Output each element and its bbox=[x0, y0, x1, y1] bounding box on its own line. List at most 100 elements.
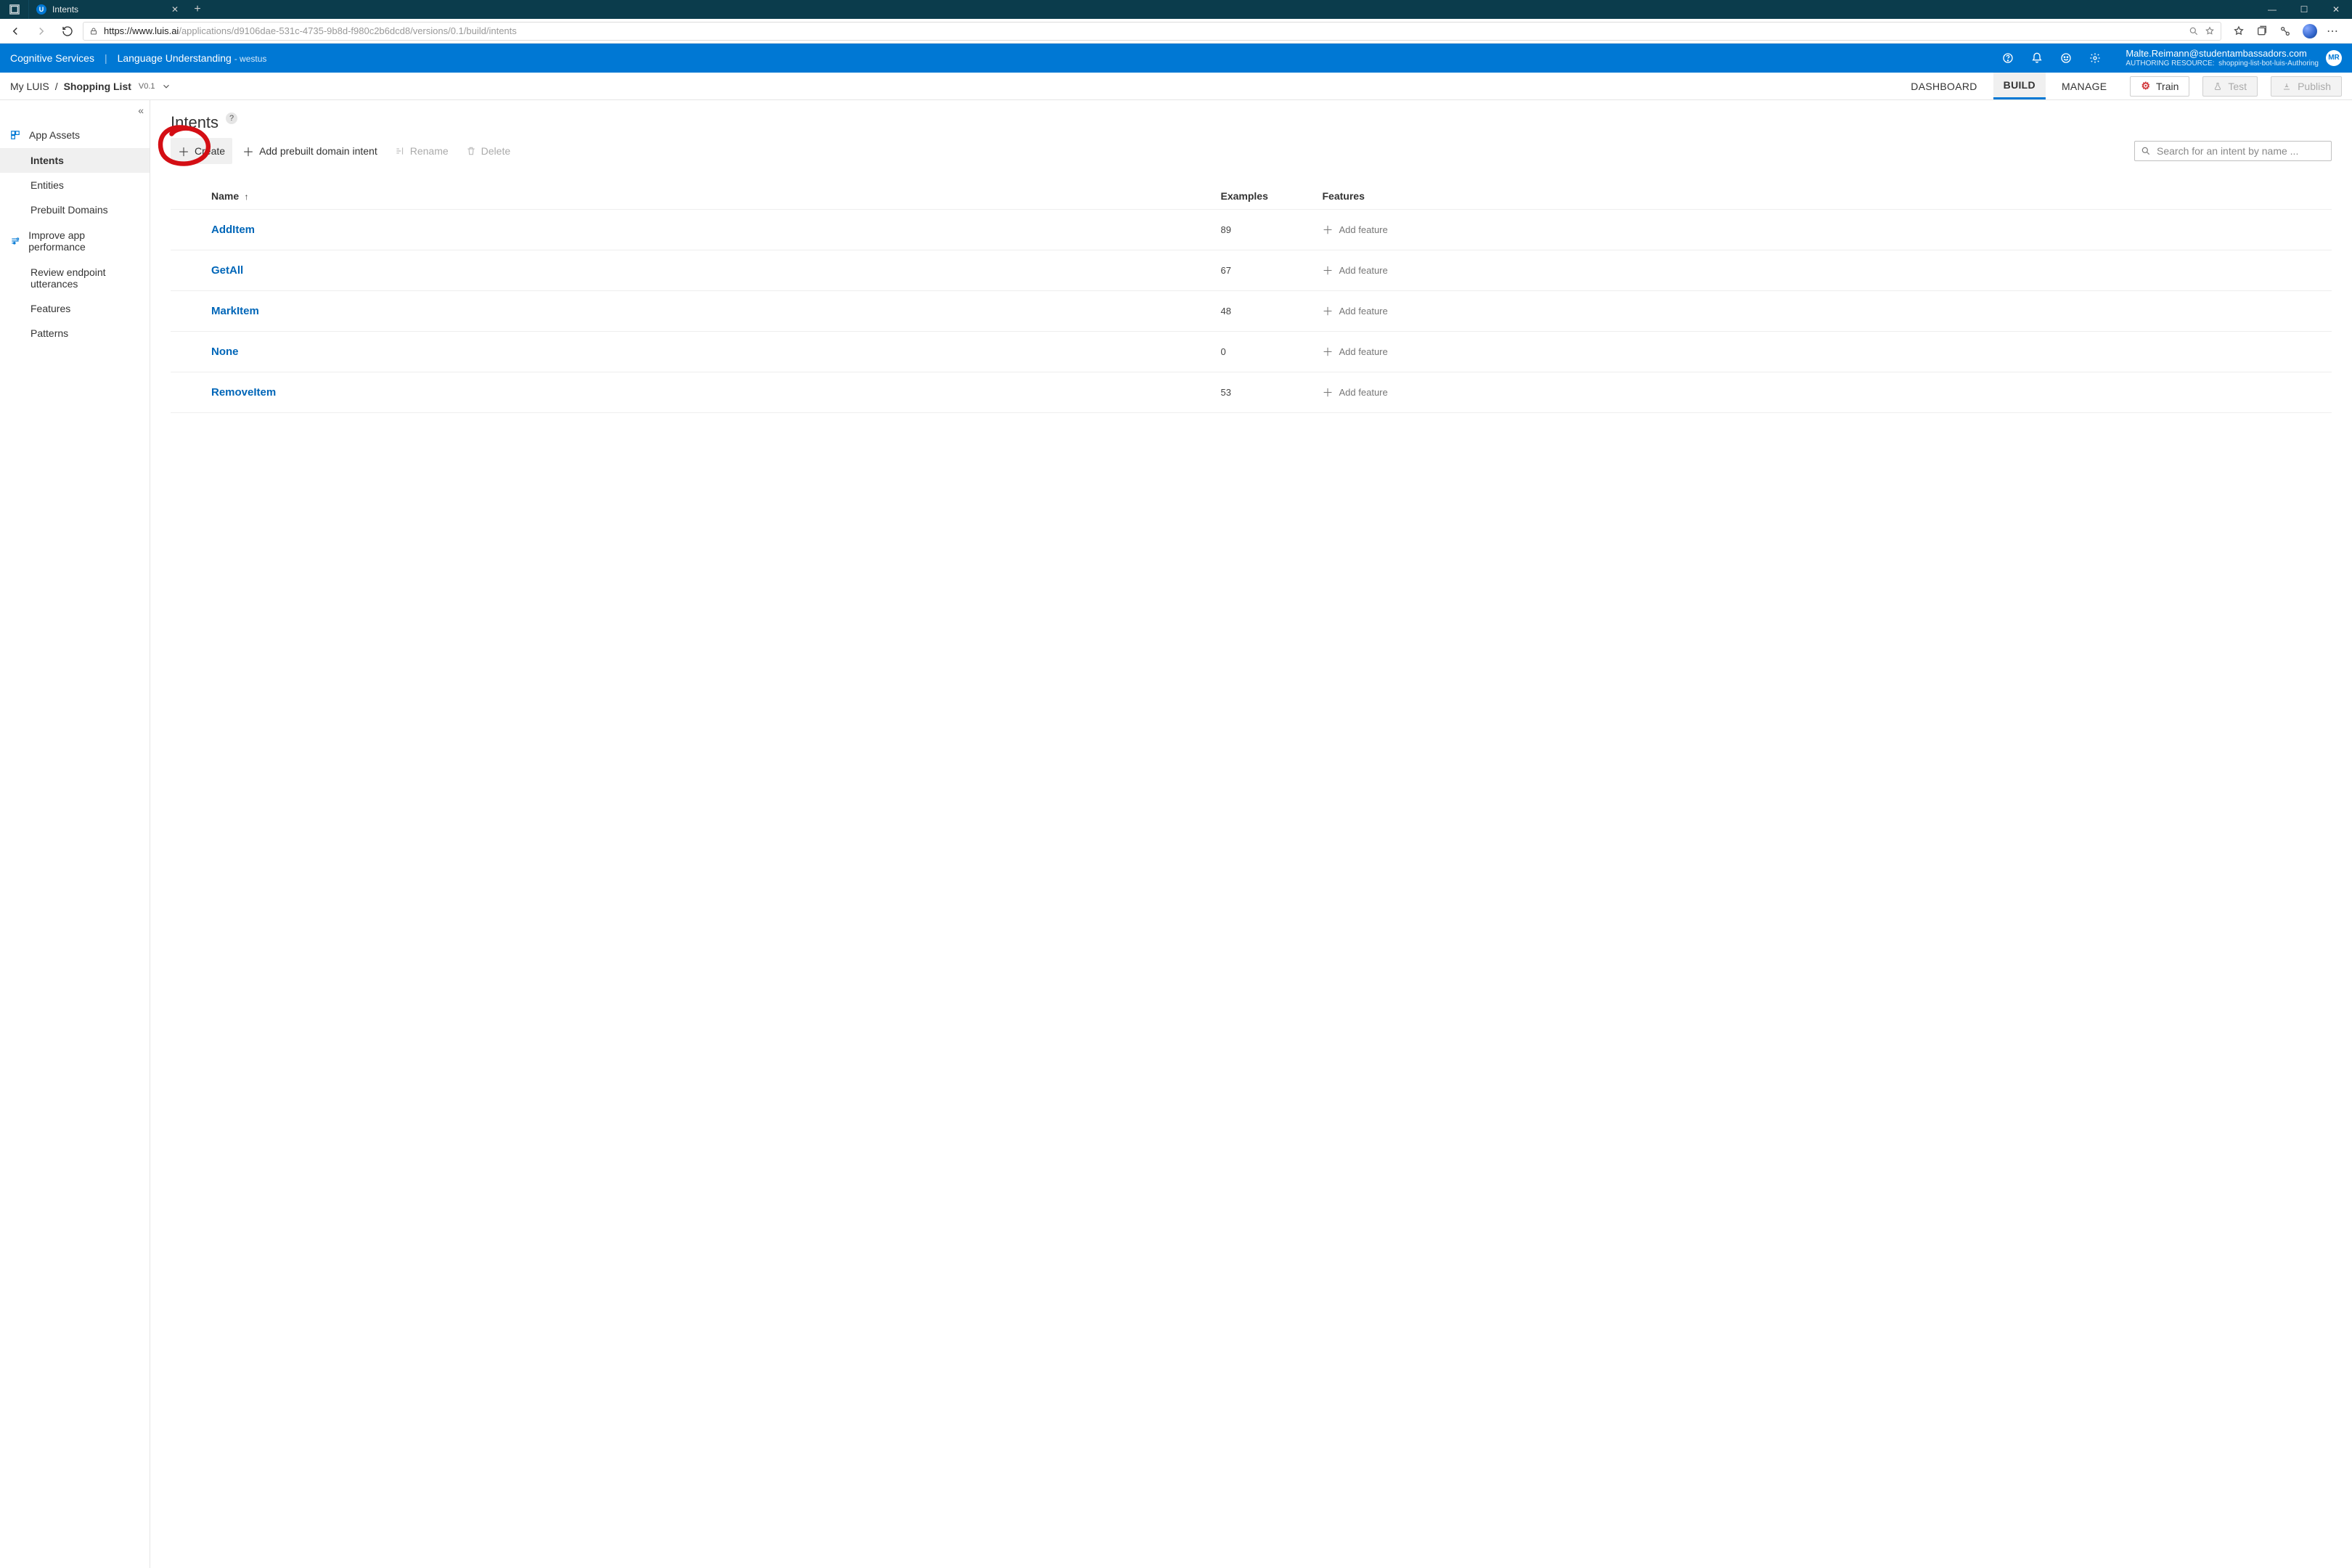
plus-icon: ＋ bbox=[178, 142, 189, 160]
plus-icon: ＋ bbox=[1323, 222, 1334, 237]
intent-name-link[interactable]: MarkItem bbox=[211, 305, 1221, 317]
user-account[interactable]: Malte.Reimann@studentambassadors.com AUT… bbox=[2126, 49, 2342, 67]
maximize-window-button[interactable]: ☐ bbox=[2288, 4, 2320, 15]
publish-icon bbox=[2282, 82, 2292, 91]
browser-right-icons: ⋯ bbox=[2226, 24, 2348, 38]
flask-icon bbox=[2213, 81, 2222, 91]
add-feature-button[interactable]: ＋Add feature bbox=[1323, 344, 2332, 359]
help-badge-icon[interactable]: ? bbox=[226, 113, 237, 124]
plus-icon: ＋ bbox=[242, 142, 254, 160]
table-row[interactable]: GetAll67＋Add feature bbox=[171, 250, 2332, 291]
profile-avatar[interactable] bbox=[2303, 24, 2317, 38]
settings-icon[interactable] bbox=[2089, 52, 2101, 64]
plus-icon: ＋ bbox=[1323, 263, 1334, 278]
notifications-icon[interactable] bbox=[2031, 52, 2043, 64]
divider: | bbox=[105, 52, 107, 64]
table-row[interactable]: None0＋Add feature bbox=[171, 332, 2332, 372]
version-label: V0.1 bbox=[139, 82, 155, 91]
intent-name-link[interactable]: None bbox=[211, 346, 1221, 358]
intent-name-link[interactable]: AddItem bbox=[211, 224, 1221, 236]
collapse-sidebar-icon[interactable]: « bbox=[138, 105, 144, 116]
sidebar-item-intents[interactable]: Intents bbox=[0, 148, 150, 173]
breadcrumb-root[interactable]: My LUIS bbox=[10, 81, 49, 92]
col-name[interactable]: Name ↑ bbox=[211, 190, 1221, 202]
assets-icon bbox=[10, 130, 22, 140]
main-content: Intents ? ＋ Create ＋ Add prebuilt domain… bbox=[150, 100, 2352, 1568]
app-bar: My LUIS / Shopping List V0.1 DASHBOARD B… bbox=[0, 73, 2352, 100]
page-title: Intents ? bbox=[171, 113, 237, 132]
plus-icon: ＋ bbox=[1323, 344, 1334, 359]
tab-favicon: U bbox=[36, 4, 46, 15]
add-feature-button[interactable]: ＋Add feature bbox=[1323, 263, 2332, 278]
publish-button[interactable]: Publish bbox=[2271, 76, 2342, 97]
intent-name-link[interactable]: GetAll bbox=[211, 264, 1221, 277]
service-header: Cognitive Services | Language Understand… bbox=[0, 44, 2352, 73]
col-features[interactable]: Features bbox=[1323, 190, 2332, 202]
search-input[interactable] bbox=[2157, 145, 2325, 157]
zoom-icon[interactable] bbox=[2189, 26, 2199, 36]
favorite-icon[interactable] bbox=[2205, 26, 2215, 36]
close-tab-icon[interactable]: ✕ bbox=[171, 4, 179, 15]
sidebar-section-assets: App Assets bbox=[0, 122, 150, 148]
sidebar-label: Improve app performance bbox=[28, 229, 139, 253]
table-row[interactable]: AddItem89＋Add feature bbox=[171, 210, 2332, 250]
col-examples[interactable]: Examples bbox=[1221, 190, 1323, 202]
sidebar-item-entities[interactable]: Entities bbox=[0, 173, 150, 197]
sort-asc-icon: ↑ bbox=[242, 192, 248, 202]
train-button[interactable]: ⚙ Train bbox=[2130, 76, 2189, 97]
product-name[interactable]: Language Understanding - westus bbox=[118, 52, 267, 64]
table-row[interactable]: RemoveItem53＋Add feature bbox=[171, 372, 2332, 413]
improve-icon bbox=[10, 236, 21, 246]
chevron-down-icon[interactable] bbox=[161, 81, 171, 91]
examples-count: 89 bbox=[1221, 224, 1323, 235]
refresh-button[interactable] bbox=[57, 25, 78, 37]
feedback-icon[interactable] bbox=[2060, 52, 2072, 64]
sidebar-item-review-utterances[interactable]: Review endpoint utterances bbox=[0, 260, 150, 296]
add-feature-button[interactable]: ＋Add feature bbox=[1323, 303, 2332, 319]
plus-icon: ＋ bbox=[1323, 385, 1334, 400]
breadcrumb-app[interactable]: Shopping List bbox=[64, 81, 131, 92]
examples-count: 53 bbox=[1221, 387, 1323, 398]
sidebar-item-prebuilt-domains[interactable]: Prebuilt Domains bbox=[0, 197, 150, 222]
user-avatar: MR bbox=[2326, 50, 2342, 66]
trash-icon bbox=[466, 146, 476, 156]
sidebar-item-patterns[interactable]: Patterns bbox=[0, 321, 150, 346]
table-header: Name ↑ Examples Features bbox=[171, 183, 2332, 210]
browser-toolbar: https://www.luis.ai/applications/d9106da… bbox=[0, 19, 2352, 44]
help-icon[interactable] bbox=[2002, 52, 2014, 64]
extensions-icon[interactable] bbox=[2279, 25, 2294, 37]
test-button[interactable]: Test bbox=[2202, 76, 2258, 97]
close-window-button[interactable]: ✕ bbox=[2320, 4, 2352, 15]
address-bar[interactable]: https://www.luis.ai/applications/d9106da… bbox=[83, 22, 2221, 41]
tab-build[interactable]: BUILD bbox=[1993, 73, 2046, 99]
delete-button[interactable]: Delete bbox=[459, 141, 518, 161]
more-icon[interactable]: ⋯ bbox=[2326, 24, 2340, 38]
lock-icon bbox=[89, 26, 98, 36]
user-email: Malte.Reimann@studentambassadors.com bbox=[2126, 49, 2319, 59]
rename-button[interactable]: Rename bbox=[388, 141, 456, 161]
search-box[interactable] bbox=[2134, 141, 2332, 161]
table-row[interactable]: MarkItem48＋Add feature bbox=[171, 291, 2332, 332]
new-tab-button[interactable]: + bbox=[186, 3, 209, 16]
add-feature-button[interactable]: ＋Add feature bbox=[1323, 385, 2332, 400]
sidebar-section-improve: Improve app performance bbox=[0, 222, 150, 260]
intent-name-link[interactable]: RemoveItem bbox=[211, 386, 1221, 399]
sidebar-item-features[interactable]: Features bbox=[0, 296, 150, 321]
service-name[interactable]: Cognitive Services bbox=[10, 52, 94, 64]
favorites-icon[interactable] bbox=[2233, 25, 2247, 37]
add-feature-button[interactable]: ＋Add feature bbox=[1323, 222, 2332, 237]
browser-tab[interactable]: U Intents ✕ bbox=[29, 0, 186, 19]
url-text: https://www.luis.ai/applications/d9106da… bbox=[104, 25, 517, 36]
minimize-window-button[interactable]: — bbox=[2256, 4, 2288, 15]
examples-count: 0 bbox=[1221, 346, 1323, 357]
collections-icon[interactable] bbox=[2256, 25, 2271, 37]
breadcrumb-sep: / bbox=[55, 81, 58, 92]
app-switcher-icon[interactable] bbox=[0, 0, 29, 19]
tab-manage[interactable]: MANAGE bbox=[2051, 73, 2117, 99]
search-icon bbox=[2141, 146, 2151, 156]
tab-dashboard[interactable]: DASHBOARD bbox=[1900, 73, 1987, 99]
create-button[interactable]: ＋ Create bbox=[171, 138, 232, 164]
forward-button[interactable] bbox=[30, 25, 52, 38]
add-prebuilt-button[interactable]: ＋ Add prebuilt domain intent bbox=[235, 138, 385, 164]
back-button[interactable] bbox=[4, 25, 26, 38]
